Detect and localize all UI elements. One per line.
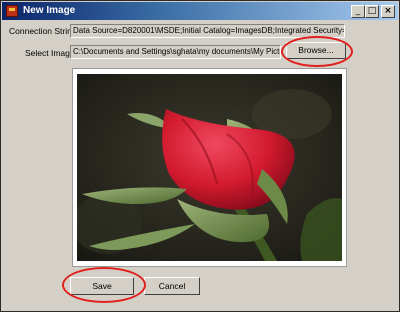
close-icon: × (384, 6, 392, 16)
cancel-button[interactable]: Cancel (144, 277, 200, 295)
connection-string-field[interactable]: Data Source=D820001\MSDE;Initial Catalog… (70, 24, 345, 38)
minimize-button[interactable]: _ (351, 5, 365, 18)
new-image-window: New Image _ □ × Connection String : Data… (0, 0, 400, 312)
save-highlight-circle (62, 267, 146, 303)
select-image-field[interactable]: C:\Documents and Settings\sghata\my docu… (70, 45, 281, 59)
maximize-icon: □ (367, 6, 377, 16)
minimize-icon: _ (355, 6, 361, 16)
browse-highlight-circle (281, 36, 353, 67)
title-bar: New Image _ □ × (2, 2, 398, 20)
maximize-button[interactable]: □ (365, 5, 379, 18)
rose-image-preview (77, 74, 342, 261)
app-icon (6, 5, 18, 17)
close-button[interactable]: × (381, 5, 395, 18)
window-title: New Image (23, 5, 76, 16)
